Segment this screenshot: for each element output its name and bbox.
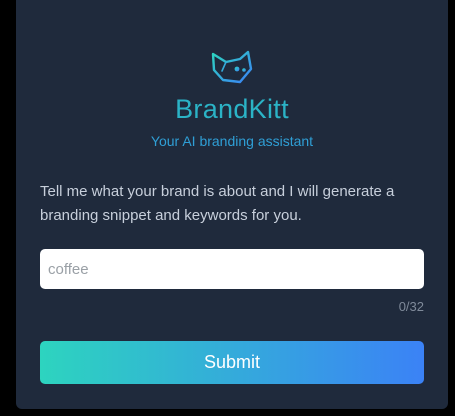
submit-button[interactable]: Submit: [40, 341, 424, 384]
character-counter: 0/32: [398, 299, 424, 314]
brand-title: BrandKitt: [175, 94, 289, 124]
brand-card: BrandKitt Your AI branding assistant Tel…: [16, 0, 448, 409]
cat-head-icon: [211, 50, 253, 84]
prompt-description: Tell me what your brand is about and I w…: [40, 183, 395, 224]
brand-description-input[interactable]: [40, 249, 424, 289]
brand-subtitle: Your AI branding assistant: [150, 133, 314, 149]
